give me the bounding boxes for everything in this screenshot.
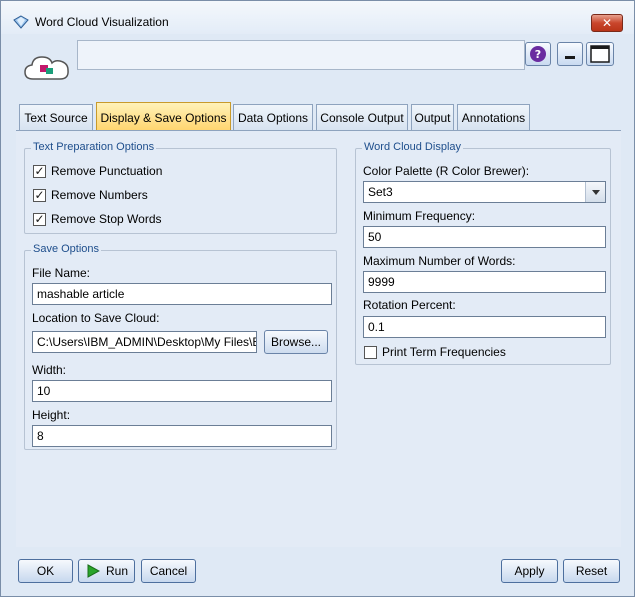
color-palette-value: Set3: [368, 185, 393, 199]
min-frequency-label: Minimum Frequency:: [363, 209, 476, 223]
height-input[interactable]: 8: [32, 425, 332, 447]
header-description-field[interactable]: [77, 40, 525, 70]
run-button[interactable]: Run: [78, 559, 135, 583]
tab-text-source[interactable]: Text Source: [19, 104, 93, 131]
rotation-percent-label: Rotation Percent:: [363, 298, 456, 312]
help-icon: ?: [530, 46, 546, 62]
text-preparation-group: Text Preparation Options ✓ Remove Punctu…: [24, 141, 337, 234]
checkbox-box[interactable]: ✓: [33, 189, 46, 202]
max-words-label: Maximum Number of Words:: [363, 254, 516, 268]
checkbox-label: Remove Stop Words: [51, 212, 162, 226]
checkbox-box[interactable]: ✓: [33, 213, 46, 226]
width-label: Width:: [32, 363, 67, 377]
group-legend: Word Cloud Display: [362, 141, 464, 153]
group-legend: Text Preparation Options: [31, 141, 157, 153]
cancel-button[interactable]: Cancel: [141, 559, 196, 583]
height-label: Height:: [32, 408, 71, 422]
rotation-percent-input[interactable]: 0.1: [363, 316, 606, 338]
run-label: Run: [106, 564, 129, 578]
minimize-button[interactable]: [557, 42, 583, 66]
dialog-window: Word Cloud Visualization ✕ ? Text Source…: [0, 0, 635, 597]
browse-button[interactable]: Browse...: [264, 330, 328, 354]
group-legend: Save Options: [31, 243, 102, 255]
file-name-input[interactable]: mashable article: [32, 283, 332, 305]
maximize-icon: [590, 45, 610, 63]
tab-data-options[interactable]: Data Options: [233, 104, 313, 131]
close-button[interactable]: ✕: [591, 14, 623, 32]
max-words-input[interactable]: 9999: [363, 271, 606, 293]
location-label: Location to Save Cloud:: [32, 311, 160, 325]
color-palette-select[interactable]: Set3: [363, 181, 606, 203]
svg-text:?: ?: [535, 48, 541, 61]
location-input[interactable]: C:\Users\IBM_ADMIN\Desktop\My Files\E: [32, 331, 257, 353]
tab-content-panel: Text Preparation Options ✓ Remove Punctu…: [16, 130, 621, 547]
reset-button[interactable]: Reset: [563, 559, 620, 583]
checkbox-label: Print Term Frequencies: [382, 345, 506, 359]
checkbox-box[interactable]: [364, 346, 377, 359]
window-title: Word Cloud Visualization: [35, 15, 169, 29]
checkbox-box[interactable]: ✓: [33, 165, 46, 178]
word-cloud-display-group: Word Cloud Display Color Palette (R Colo…: [355, 141, 611, 365]
word-cloud-icon: [24, 56, 69, 80]
title-bar: Word Cloud Visualization ✕: [1, 1, 634, 34]
chevron-down-icon[interactable]: [585, 182, 605, 202]
tab-annotations[interactable]: Annotations: [457, 104, 530, 131]
checkbox-label: Remove Punctuation: [51, 164, 163, 178]
minimize-icon: [565, 56, 575, 59]
width-input[interactable]: 10: [32, 380, 332, 402]
ok-button[interactable]: OK: [18, 559, 73, 583]
tab-console-output[interactable]: Console Output: [316, 104, 408, 131]
checkbox-label: Remove Numbers: [51, 188, 148, 202]
app-diamond-icon: [13, 15, 29, 29]
maximize-button[interactable]: [586, 42, 614, 66]
min-frequency-input[interactable]: 50: [363, 226, 606, 248]
save-options-group: Save Options File Name: mashable article…: [24, 243, 337, 450]
help-button[interactable]: ?: [525, 42, 551, 66]
tab-output[interactable]: Output: [411, 104, 454, 131]
tab-display-save-options[interactable]: Display & Save Options: [96, 102, 231, 132]
apply-button[interactable]: Apply: [501, 559, 558, 583]
color-palette-label: Color Palette (R Color Brewer):: [363, 164, 530, 178]
header-panel: ?: [13, 37, 622, 89]
file-name-label: File Name:: [32, 266, 91, 280]
run-play-icon: [87, 564, 100, 578]
